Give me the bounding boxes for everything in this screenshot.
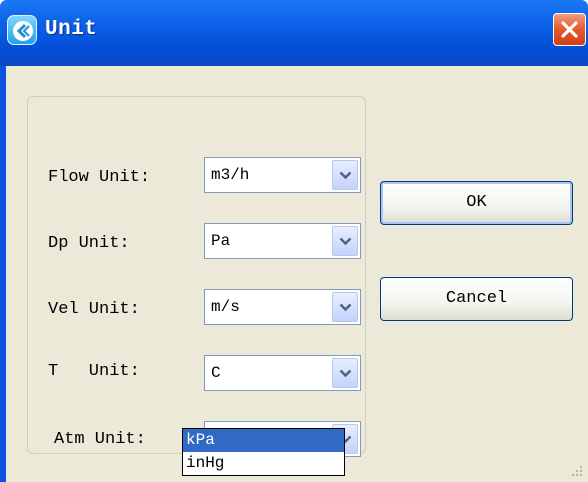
dropdown-option-inhg[interactable]: inHg — [183, 452, 344, 475]
flow-unit-dropdown-button[interactable] — [332, 160, 358, 190]
window-title: Unit — [45, 18, 98, 41]
t-unit-value: C — [211, 364, 221, 382]
flow-unit-label: Flow Unit: — [48, 168, 151, 187]
chevron-down-icon — [339, 237, 352, 246]
t-unit-label: T Unit: — [48, 362, 140, 381]
vel-unit-dropdown-button[interactable] — [332, 292, 358, 322]
flow-unit-combo[interactable]: m3/h — [204, 157, 361, 193]
dp-unit-value: Pa — [211, 232, 231, 250]
atm-unit-label: Atm Unit: — [54, 430, 146, 449]
chevron-down-icon — [339, 171, 352, 180]
dp-unit-label: Dp Unit: — [48, 234, 130, 253]
flow-unit-value: m3/h — [211, 166, 250, 184]
ok-button[interactable]: OK — [380, 181, 573, 225]
vel-unit-combo[interactable]: m/s — [204, 289, 361, 325]
close-icon — [561, 21, 578, 38]
unit-dialog: Unit Flow Unit: m3/h Dp Unit: Pa Vel Uni… — [0, 0, 588, 482]
t-unit-dropdown-button[interactable] — [332, 358, 358, 388]
chevron-down-icon — [339, 303, 352, 312]
dropdown-option-kpa[interactable]: kPa — [183, 429, 344, 452]
atm-unit-dropdown-list: kPa inHg — [182, 428, 345, 476]
chevron-down-icon — [339, 369, 352, 378]
vel-unit-label: Vel Unit: — [48, 300, 140, 319]
vel-unit-value: m/s — [211, 298, 240, 316]
dialog-body: Flow Unit: m3/h Dp Unit: Pa Vel Unit: m/… — [6, 66, 588, 482]
close-button[interactable] — [553, 13, 586, 46]
cancel-button[interactable]: Cancel — [380, 277, 573, 321]
app-icon — [7, 15, 37, 45]
dp-unit-combo[interactable]: Pa — [204, 223, 361, 259]
title-bar[interactable]: Unit — [0, 0, 588, 66]
resize-grip-icon[interactable] — [570, 464, 584, 478]
t-unit-combo[interactable]: C — [204, 355, 361, 391]
dp-unit-dropdown-button[interactable] — [332, 226, 358, 256]
unit-group-box: Flow Unit: m3/h Dp Unit: Pa Vel Unit: m/… — [27, 96, 366, 457]
